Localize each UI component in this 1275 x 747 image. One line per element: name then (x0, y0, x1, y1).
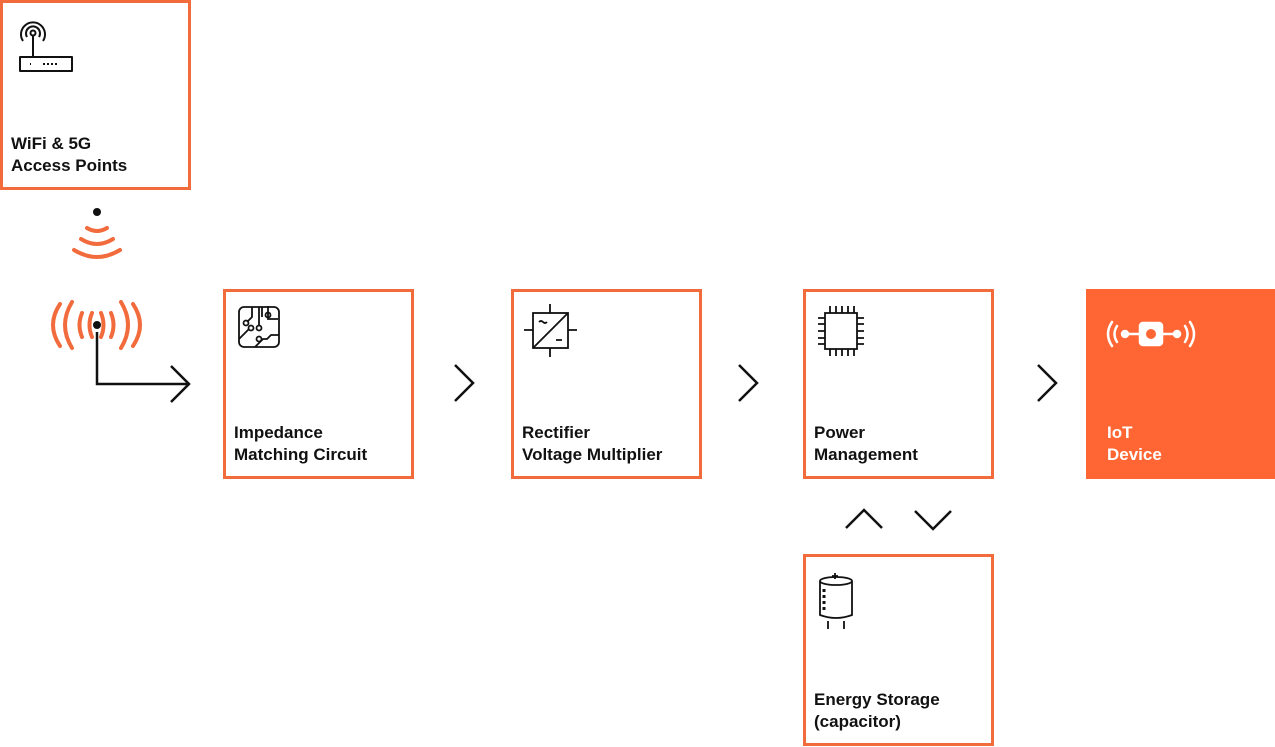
circuit-board-icon (238, 306, 280, 348)
node-label: Power Management (814, 422, 918, 466)
node-label: Rectifier Voltage Multiplier (522, 422, 662, 466)
chevron-up-icon (845, 508, 883, 529)
capacitor-icon (819, 573, 853, 629)
chevron-right-icon (1037, 364, 1058, 402)
label-line: Voltage Multiplier (522, 445, 663, 464)
chip-icon (818, 306, 864, 356)
node-power-management: Power Management (803, 289, 994, 479)
node-label: IoT Device (1107, 422, 1162, 466)
label-line: Power (814, 423, 866, 442)
label-line: Management (814, 445, 918, 464)
label-line: Access Points (11, 156, 128, 175)
node-energy-storage: Energy Storage (capacitor) (803, 554, 994, 746)
label-line: IoT (1107, 423, 1133, 442)
label-line: Device (1107, 445, 1162, 464)
label-line: Energy Storage (814, 690, 940, 709)
iot-device-icon (1106, 320, 1196, 348)
wifi-signal-icon (72, 208, 122, 259)
node-access-points: WiFi & 5G Access Points (0, 0, 191, 190)
chevron-down-icon (914, 510, 952, 531)
label-line: Impedance (234, 423, 323, 442)
ac-dc-converter-icon (524, 304, 577, 357)
router-antenna-icon (19, 21, 73, 72)
antenna-receiver-icon (51, 300, 191, 403)
node-label: WiFi & 5G Access Points (11, 133, 127, 177)
label-line: (capacitor) (814, 712, 901, 731)
label-line: WiFi & 5G (11, 134, 92, 153)
node-impedance: Impedance Matching Circuit (223, 289, 414, 479)
node-iot-device: IoT Device (1086, 289, 1275, 479)
chevron-right-icon (738, 364, 759, 402)
node-rectifier: Rectifier Voltage Multiplier (511, 289, 702, 479)
node-label: Impedance Matching Circuit (234, 422, 367, 466)
label-line: Rectifier (522, 423, 591, 442)
label-line: Matching Circuit (234, 445, 368, 464)
node-label: Energy Storage (capacitor) (814, 689, 940, 733)
chevron-right-icon (454, 364, 475, 402)
